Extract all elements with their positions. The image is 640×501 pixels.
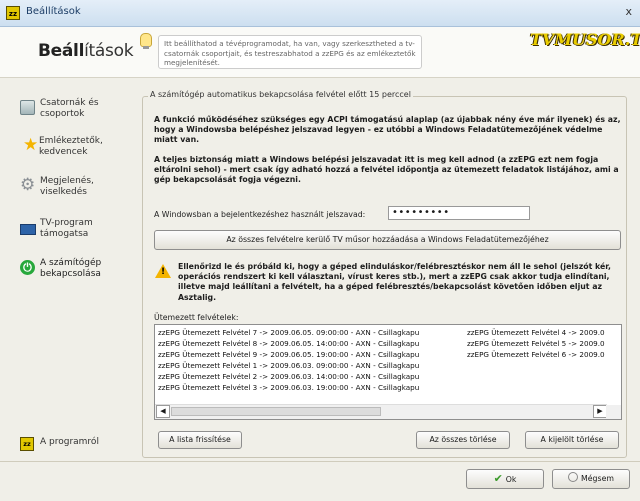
list-column-1: zzEPG Ütemezett Felvétel 7 -> 2009.06.05… — [158, 327, 419, 393]
title-bar: zz Beállítások x — [0, 0, 640, 27]
page-title-part-2: ítások — [84, 41, 134, 61]
ok-button[interactable]: ✔ Ok — [466, 469, 544, 489]
cancel-button[interactable]: Mégsem — [552, 469, 630, 489]
sidebar-item-label: A számítógép bekapcsolása — [40, 258, 102, 279]
scroll-left-button[interactable]: ◀ — [156, 405, 170, 418]
list-item[interactable]: zzEPG Ütemezett Felvétel 6 -> 2009.0 — [467, 349, 607, 360]
info-paragraph-2: A teljes biztonság miatt a Windows belép… — [154, 155, 619, 185]
app-logo-icon: zz — [6, 6, 20, 20]
brand-logo: TVMUSOR.TV — [530, 30, 640, 49]
add-all-to-scheduler-button[interactable]: Az összes felvételre kerülő TV műsor hoz… — [154, 230, 621, 250]
gear-icon: ⚙ — [20, 175, 36, 195]
footer-divider — [0, 461, 640, 462]
list-item[interactable]: zzEPG Ütemezett Felvétel 5 -> 2009.0 — [467, 338, 607, 349]
sidebar-item-label: TV-program támogatsa — [40, 218, 93, 239]
refresh-list-button[interactable]: A lista frissítése — [158, 431, 242, 449]
lightbulb-icon — [140, 33, 152, 47]
app-logo-icon: zz — [20, 437, 34, 451]
power-icon: ⏻ — [20, 260, 35, 275]
list-item[interactable]: zzEPG Ütemezett Felvétel 4 -> 2009.0 — [467, 327, 607, 338]
delete-all-button[interactable]: Az összes törlése — [416, 431, 510, 449]
lightbulb-base — [143, 46, 149, 49]
network-icon — [20, 100, 35, 115]
close-button[interactable]: x — [625, 5, 632, 18]
list-item[interactable]: zzEPG Ütemezett Felvétel 2 -> 2009.06.03… — [158, 371, 419, 382]
hint-text: Itt beállíthatod a tévéprogramodat, ha v… — [158, 35, 422, 69]
cancel-label: Mégsem — [581, 474, 614, 483]
scheduled-recordings-list[interactable]: zzEPG Ütemezett Felvétel 7 -> 2009.06.05… — [154, 324, 622, 420]
cancel-icon — [568, 472, 579, 482]
scrollbar-corner — [606, 405, 621, 419]
scheduled-recordings-label: Ütemezett felvételek: — [154, 313, 239, 322]
list-column-2: zzEPG Ütemezett Felvétel 4 -> 2009.0 zzE… — [467, 327, 607, 360]
sidebar-item-label: Megjelenés, viselkedés — [40, 176, 94, 197]
delete-selected-button[interactable]: A kijelölt törlése — [525, 431, 619, 449]
star-icon: ★ — [23, 135, 39, 155]
warning-text: Ellenőrizd le és próbáld ki, hogy a gépe… — [178, 262, 611, 302]
checkmark-icon: ✔ — [493, 472, 503, 485]
warning-exclamation: ! — [161, 267, 166, 277]
list-item[interactable]: zzEPG Ütemezett Felvétel 8 -> 2009.06.05… — [158, 338, 419, 349]
group-legend: A számítógép automatikus bekapcsolása fe… — [148, 90, 413, 99]
window-title: Beállítások — [26, 6, 81, 17]
sidebar-item-label: Csatornák és csoportok — [40, 98, 99, 119]
list-item[interactable]: zzEPG Ütemezett Felvétel 9 -> 2009.06.05… — [158, 349, 419, 360]
sidebar-item-label: Emlékeztetők, kedvencek — [39, 136, 103, 157]
list-item[interactable]: zzEPG Ütemezett Felvétel 3 -> 2009.06.03… — [158, 382, 419, 393]
ok-label: Ok — [505, 475, 517, 484]
page-title-part-1: Beáll — [38, 41, 85, 61]
scroll-right-button[interactable]: ▶ — [593, 405, 607, 418]
footer-bar — [0, 459, 640, 501]
password-label: A Windowsban a bejelentkezéshez használt… — [154, 210, 366, 219]
scrollbar-thumb[interactable] — [171, 407, 381, 416]
list-item[interactable]: zzEPG Ütemezett Felvétel 1 -> 2009.06.03… — [158, 360, 419, 371]
info-paragraph-1: A funkció működéséhez szükséges egy ACPI… — [154, 115, 621, 145]
list-item[interactable]: zzEPG Ütemezett Felvétel 7 -> 2009.06.05… — [158, 327, 419, 338]
tv-icon — [20, 224, 36, 235]
sidebar-item-label: A programról — [40, 437, 99, 447]
page-title: Beállítások — [38, 41, 134, 61]
password-field[interactable]: ••••••••• — [388, 206, 530, 220]
horizontal-scrollbar[interactable]: ◀ ▶ — [155, 404, 607, 419]
